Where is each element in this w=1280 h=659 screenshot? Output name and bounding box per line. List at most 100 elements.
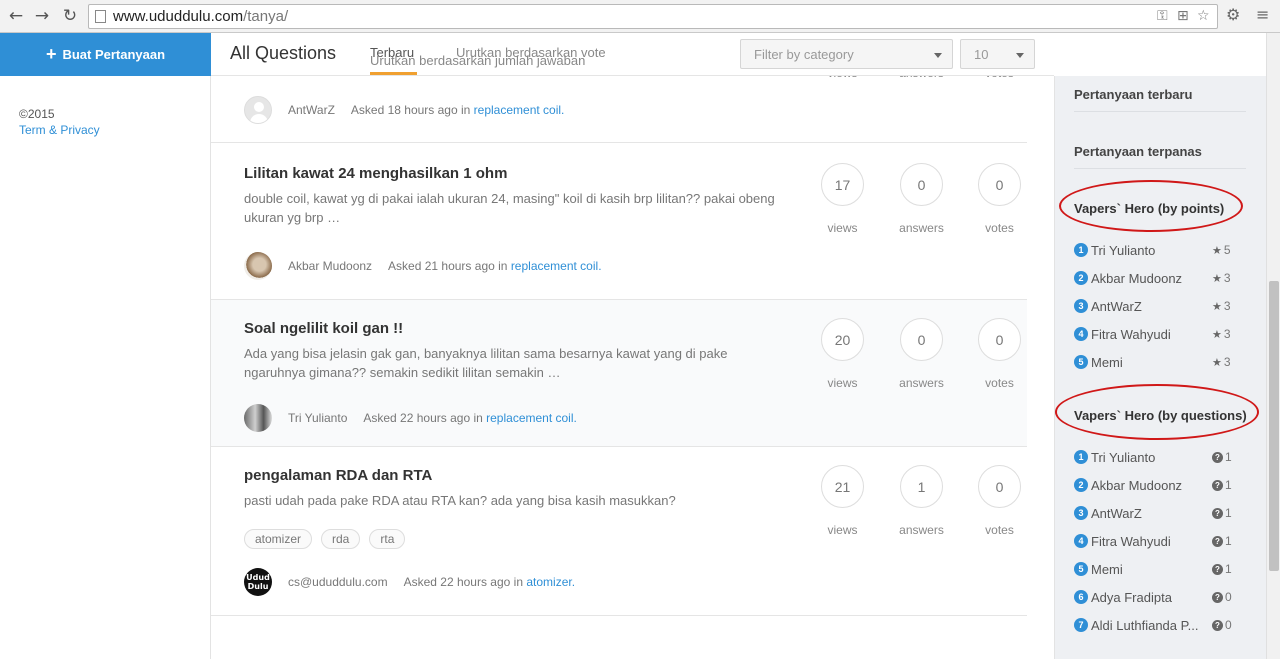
url-path: /tanya/: [243, 8, 289, 25]
hero-score: 0: [1225, 618, 1232, 632]
hero-name[interactable]: Memi: [1091, 355, 1212, 370]
question-item[interactable]: Lilitan kawat 24 menghasilkan 1 ohm doub…: [211, 143, 1027, 300]
terms-link[interactable]: Term & Privacy: [19, 123, 100, 137]
category-filter-placeholder: Filter by category: [754, 47, 854, 62]
hero-score: 3: [1223, 327, 1231, 341]
right-sidebar: Pertanyaan terbaru Pertanyaan terpanas V…: [1054, 76, 1266, 659]
main-header: All Questions Terbaru Urutkan berdasarka…: [211, 33, 1054, 76]
hero-name[interactable]: Tri Yulianto: [1091, 243, 1212, 258]
question-meta: Akbar Mudoonz Asked 21 hours ago in repl…: [244, 252, 602, 280]
latest-questions-link[interactable]: Pertanyaan terbaru: [1074, 87, 1193, 102]
translate-icon[interactable]: ⊞: [1177, 8, 1189, 24]
hero-points-row[interactable]: 4 Fitra Wahyudi ★ 3: [1074, 324, 1234, 344]
hero-questions-row[interactable]: 7 Aldi Luthfianda P... ? 0: [1074, 615, 1234, 635]
divider: [1074, 111, 1246, 112]
author-name[interactable]: AntWarZ: [288, 103, 335, 117]
category-link[interactable]: atomizer.: [526, 575, 575, 589]
hero-questions-row[interactable]: 2 Akbar Mudoonz ? 1: [1074, 475, 1234, 495]
answers-count: 0: [900, 318, 943, 361]
hero-name[interactable]: Memi: [1091, 562, 1212, 577]
hero-name[interactable]: Adya Fradipta: [1091, 590, 1212, 605]
hero-name[interactable]: Aldi Luthfianda P...: [1091, 618, 1212, 633]
hero-name[interactable]: AntWarZ: [1091, 299, 1212, 314]
question-meta: Tri Yulianto Asked 22 hours ago in repla…: [244, 404, 577, 432]
forward-icon[interactable]: →: [31, 5, 53, 27]
author-name[interactable]: cs@ududdulu.com: [288, 575, 388, 589]
bookmark-star-icon[interactable]: ☆: [1197, 8, 1210, 24]
question-excerpt: double coil, kawat yg di pakai ialah uku…: [244, 191, 775, 225]
avatar[interactable]: [244, 404, 272, 432]
hero-name[interactable]: Akbar Mudoonz: [1091, 478, 1212, 493]
menu-icon[interactable]: ≡: [1256, 5, 1269, 24]
hero-questions-row[interactable]: 6 Adya Fradipta ? 0: [1074, 587, 1234, 607]
rank-badge: 5: [1074, 562, 1088, 576]
author-name[interactable]: Tri Yulianto: [288, 411, 347, 425]
avatar[interactable]: [244, 252, 272, 280]
question-title[interactable]: Lilitan kawat 24 menghasilkan 1 ohm: [244, 165, 507, 182]
question-title[interactable]: Soal ngelilit koil gan !!: [244, 320, 403, 337]
hero-questions-row[interactable]: 1 Tri Yulianto ? 1: [1074, 447, 1234, 467]
category-link[interactable]: replacement coil.: [486, 411, 577, 425]
ask-question-button[interactable]: + Buat Pertanyaan: [0, 33, 211, 76]
hero-points-row[interactable]: 2 Akbar Mudoonz ★ 3: [1074, 268, 1234, 288]
hero-name[interactable]: Fitra Wahyudi: [1091, 327, 1212, 342]
divider: [1074, 168, 1246, 169]
extension-icon[interactable]: ⚙: [1226, 5, 1240, 24]
hero-questions-row[interactable]: 3 AntWarZ ? 1: [1074, 503, 1234, 523]
category-link[interactable]: replacement coil.: [474, 103, 565, 117]
hero-score: 3: [1223, 355, 1231, 369]
star-icon: ★: [1212, 355, 1222, 369]
caret-down-icon: [1016, 53, 1024, 58]
ask-question-label: Buat Pertanyaan: [62, 47, 166, 62]
author-name[interactable]: Akbar Mudoonz: [288, 259, 372, 273]
question-item[interactable]: views answers votes AntWarZ Asked 18 hou…: [211, 76, 1027, 143]
votes-count: 0: [978, 163, 1021, 206]
question-icon: ?: [1212, 563, 1223, 575]
hero-questions-row[interactable]: 4 Fitra Wahyudi ? 1: [1074, 531, 1234, 551]
hero-score: 1: [1225, 506, 1232, 520]
hero-name[interactable]: Fitra Wahyudi: [1091, 534, 1212, 549]
views-count: 21: [821, 465, 864, 508]
sort-by-answers-option[interactable]: Urutkan berdasarkan jumlah jawaban: [370, 53, 585, 68]
avatar[interactable]: Udud Dulu: [244, 568, 272, 596]
hero-score: 3: [1223, 271, 1231, 285]
question-icon: ?: [1212, 479, 1223, 491]
left-sidebar: + Buat Pertanyaan ©2015 Term & Privacy: [0, 33, 211, 659]
rank-badge: 1: [1074, 450, 1088, 464]
views-label: views: [801, 76, 884, 80]
page-title: All Questions: [230, 43, 337, 63]
hero-points-row[interactable]: 5 Memi ★ 3: [1074, 352, 1234, 372]
per-page-select[interactable]: 10: [960, 39, 1035, 69]
question-item[interactable]: Soal ngelilit koil gan !! Ada yang bisa …: [211, 300, 1027, 447]
hottest-questions-link[interactable]: Pertanyaan terpanas: [1074, 144, 1202, 159]
address-bar[interactable]: www.ududdulu.com/tanya/ ⚿ ⊞ ☆: [88, 4, 1218, 29]
reload-icon[interactable]: ↻: [59, 5, 81, 27]
avatar[interactable]: [244, 96, 272, 124]
votes-label: votes: [985, 523, 1014, 537]
tag[interactable]: atomizer: [244, 529, 313, 549]
scrollbar-thumb[interactable]: [1269, 281, 1279, 571]
tag[interactable]: rta: [369, 529, 406, 549]
question-title[interactable]: pengalaman RDA dan RTA: [244, 467, 432, 484]
star-icon: ★: [1212, 243, 1222, 257]
hero-name[interactable]: Tri Yulianto: [1091, 450, 1212, 465]
hero-points-row[interactable]: 1 Tri Yulianto ★ 5: [1074, 240, 1234, 260]
question-item[interactable]: pengalaman RDA dan RTA pasti udah pada p…: [211, 447, 1027, 616]
page-scrollbar[interactable]: [1266, 33, 1280, 659]
hero-points-row[interactable]: 3 AntWarZ ★ 3: [1074, 296, 1234, 316]
rank-badge: 3: [1074, 506, 1088, 520]
back-icon[interactable]: ←: [5, 5, 27, 27]
asked-time: Asked 18 hours ago in replacement coil.: [350, 103, 565, 117]
category-filter-select[interactable]: Filter by category: [740, 39, 953, 69]
key-icon[interactable]: ⚿: [1157, 8, 1168, 24]
views-count: 17: [821, 163, 864, 206]
tag[interactable]: rda: [321, 529, 361, 549]
question-icon: ?: [1212, 591, 1223, 603]
star-icon: ★: [1212, 327, 1222, 341]
question-meta: Udud Dulu cs@ududdulu.com Asked 22 hours…: [244, 568, 575, 596]
hero-name[interactable]: Akbar Mudoonz: [1091, 271, 1212, 286]
rank-badge: 4: [1074, 327, 1088, 341]
hero-name[interactable]: AntWarZ: [1091, 506, 1212, 521]
category-link[interactable]: replacement coil.: [511, 259, 602, 273]
hero-questions-row[interactable]: 5 Memi ? 1: [1074, 559, 1234, 579]
